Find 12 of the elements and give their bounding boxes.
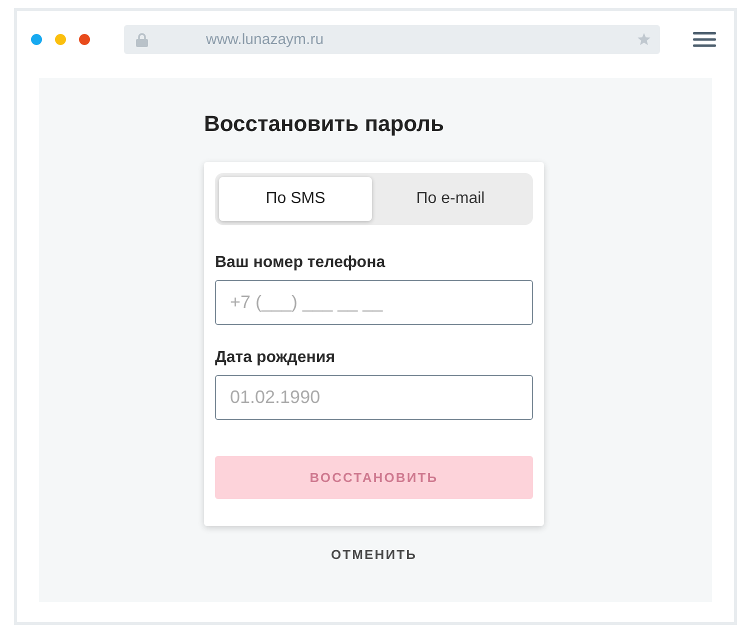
tab[interactable]: По e-mail	[372, 177, 529, 221]
url-text: www.lunazaym.ru	[206, 32, 324, 47]
input-field[interactable]: +7 (___) ___ __ __	[215, 280, 533, 325]
menu-icon[interactable]	[693, 32, 716, 47]
cancel-link[interactable]: ОТМЕНИТЬ	[330, 546, 418, 564]
lock-icon	[136, 32, 148, 46]
page-title: Восстановить пароль	[204, 110, 446, 138]
star-icon[interactable]	[637, 33, 651, 46]
input-field[interactable]: 01.02.1990	[215, 375, 533, 420]
tab[interactable]: По SMS	[219, 177, 372, 221]
field-label: Дата рождения	[215, 348, 336, 368]
field-label: Ваш номер телефона	[215, 253, 386, 273]
